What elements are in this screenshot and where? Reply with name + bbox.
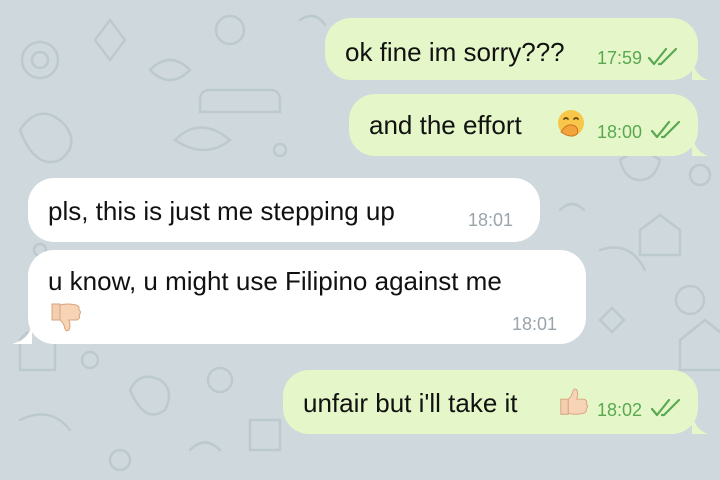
message-text: u know, u might use Filipino against me [48,266,502,296]
message-time: 18:01 [468,210,514,230]
incoming-message[interactable]: u know, u might use Filipino against me … [28,250,586,344]
message-time: 17:59 [597,48,643,68]
outgoing-message[interactable]: ok fine im sorry??? 17:59 [325,18,698,80]
message-text: ok fine im sorry??? [345,37,565,67]
read-receipt-icon [647,47,678,66]
message-text: unfair but i'll take it [303,388,518,418]
thumbs-down-emoji [51,303,81,332]
thumbs-up-emoji [560,388,589,415]
outgoing-message[interactable]: unfair but i'll take it 18:02 [283,370,698,434]
message-text: and the effort [369,110,522,140]
hand-over-mouth-emoji [558,110,584,137]
outgoing-message[interactable]: and the effort 18:00 [349,94,698,156]
message-text: pls, this is just me stepping up [48,196,395,226]
read-receipt-icon [650,120,681,139]
read-receipt-icon [650,398,681,417]
incoming-message[interactable]: pls, this is just me stepping up 18:01 [28,178,540,242]
message-time: 18:02 [597,400,643,420]
message-time: 18:00 [597,122,643,142]
message-time: 18:01 [512,314,558,334]
